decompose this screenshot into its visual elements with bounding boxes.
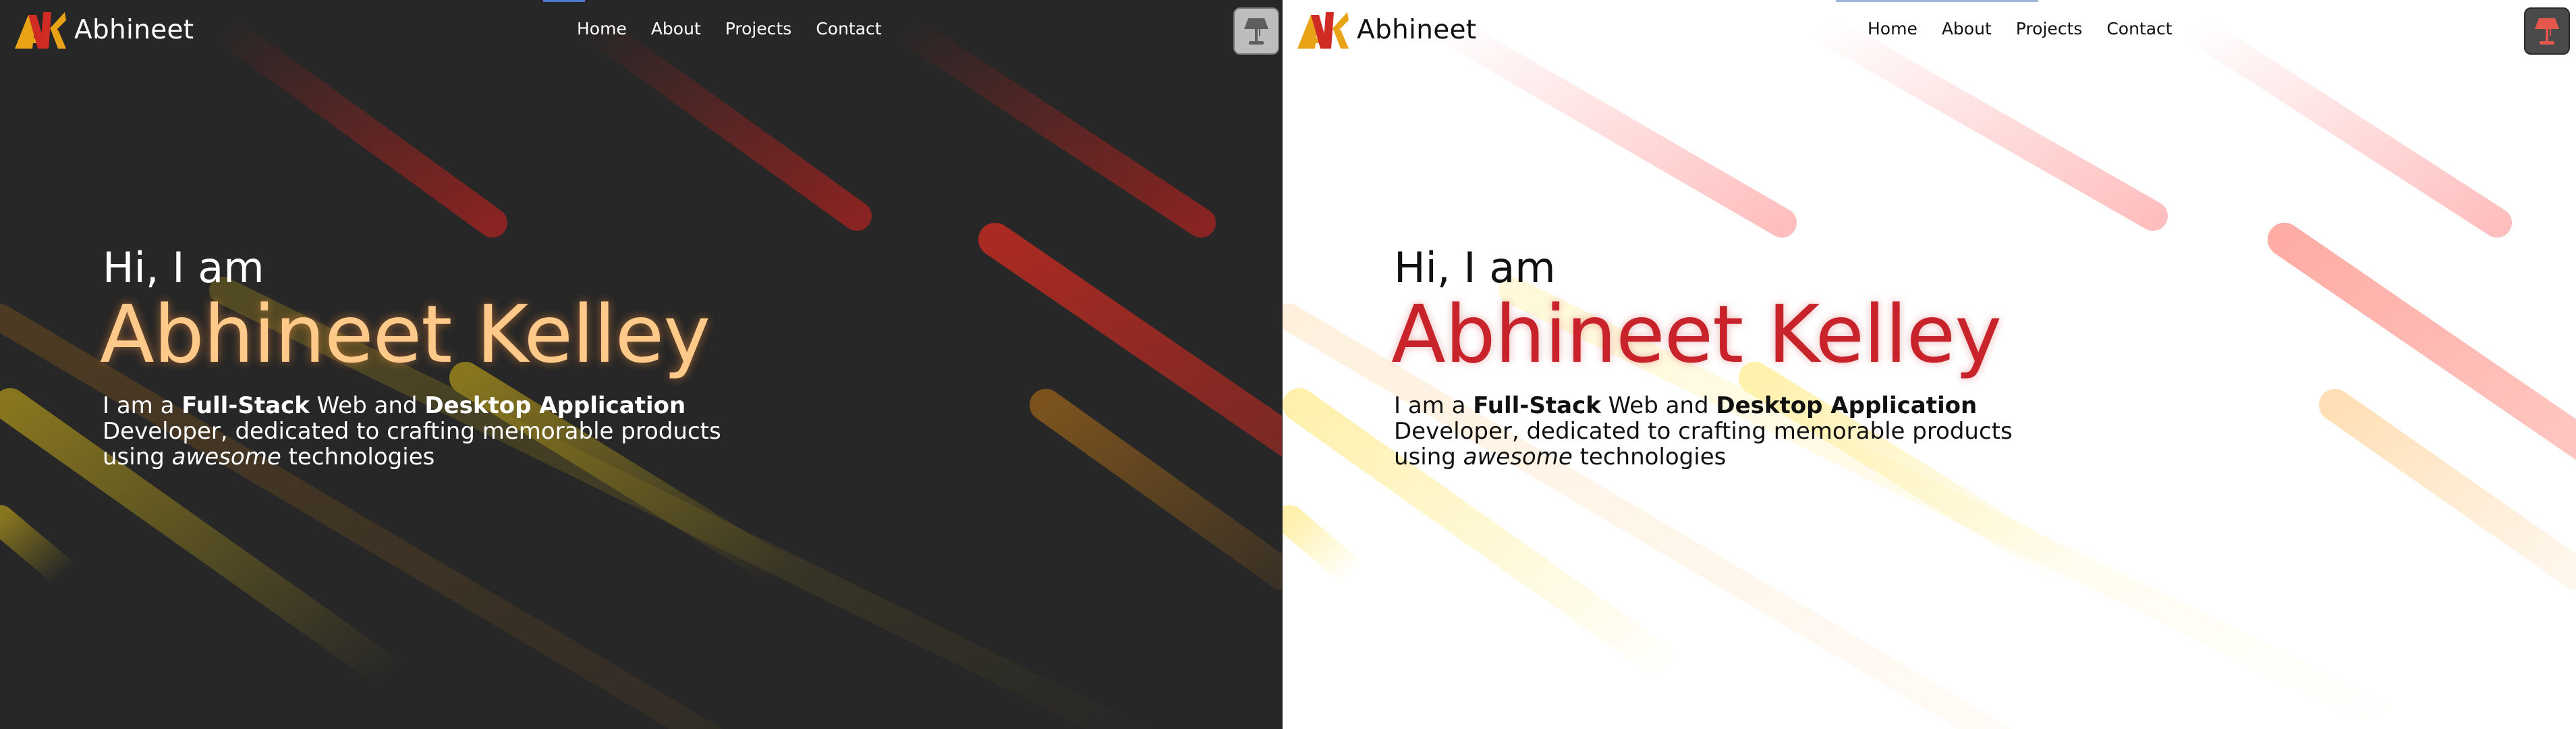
navbar: Abhineet Home About Projects Contact xyxy=(0,0,1282,61)
nav-menu: Home About Projects Contact xyxy=(577,19,882,38)
bio-highlight-desktop: Desktop Application xyxy=(424,392,686,419)
hero-greeting: Hi, I am xyxy=(1394,243,1556,292)
brand[interactable]: Abhineet xyxy=(13,9,194,50)
hero-name: Abhineet Kelley xyxy=(100,288,710,381)
hero-bio: I am a Full-Stack Web and Desktop Applic… xyxy=(1394,393,2069,470)
lamp-icon xyxy=(2535,18,2559,45)
hero-section: Hi, I am Abhineet Kelley I am a Full-Sta… xyxy=(100,243,777,470)
hero-section: Hi, I am Abhineet Kelley I am a Full-Sta… xyxy=(1391,243,2069,470)
hero-greeting: Hi, I am xyxy=(103,243,264,292)
nav-link-home[interactable]: Home xyxy=(1868,19,1917,38)
nav-link-home[interactable]: Home xyxy=(577,19,627,38)
nav-link-contact[interactable]: Contact xyxy=(816,19,881,38)
brand-name: Abhineet xyxy=(1357,14,1477,45)
hero-name: Abhineet Kelley xyxy=(1391,288,2002,381)
theme-toggle-button[interactable] xyxy=(2524,7,2570,55)
bio-emphasis-awesome: awesome xyxy=(171,443,281,470)
dark-theme-panel: Abhineet Home About Projects Contact Hi,… xyxy=(0,0,1282,729)
navbar: Abhineet Home About Projects Contact xyxy=(1283,0,2576,61)
nav-link-about[interactable]: About xyxy=(651,19,701,38)
brand[interactable]: Abhineet xyxy=(1296,9,1476,50)
hero-bio: I am a Full-Stack Web and Desktop Applic… xyxy=(103,393,777,470)
bio-highlight-fullstack: Full-Stack xyxy=(1473,392,1601,419)
nav-link-about[interactable]: About xyxy=(1942,19,1992,38)
bio-text: I am a xyxy=(103,392,182,419)
bio-highlight-fullstack: Full-Stack xyxy=(181,392,310,419)
lamp-icon xyxy=(1244,18,1268,45)
bio-text: Web and xyxy=(309,392,425,419)
bio-emphasis-awesome: awesome xyxy=(1463,443,1573,470)
nav-link-projects[interactable]: Projects xyxy=(2016,19,2083,38)
logo-icon xyxy=(1297,12,1349,49)
nav-link-projects[interactable]: Projects xyxy=(725,19,792,38)
bio-text: Web and xyxy=(1600,392,1716,419)
bio-text: technologies xyxy=(281,443,435,470)
logo-icon xyxy=(15,12,66,49)
bio-highlight-desktop: Desktop Application xyxy=(1716,392,1978,419)
bio-text: technologies xyxy=(1572,443,1727,470)
nav-menu: Home About Projects Contact xyxy=(1868,19,2173,38)
bio-text: I am a xyxy=(1394,392,1474,419)
nav-link-contact[interactable]: Contact xyxy=(2106,19,2172,38)
theme-toggle-button[interactable] xyxy=(1233,7,1279,55)
brand-name: Abhineet xyxy=(74,14,194,45)
light-theme-panel: Abhineet Home About Projects Contact Hi,… xyxy=(1283,0,2576,729)
